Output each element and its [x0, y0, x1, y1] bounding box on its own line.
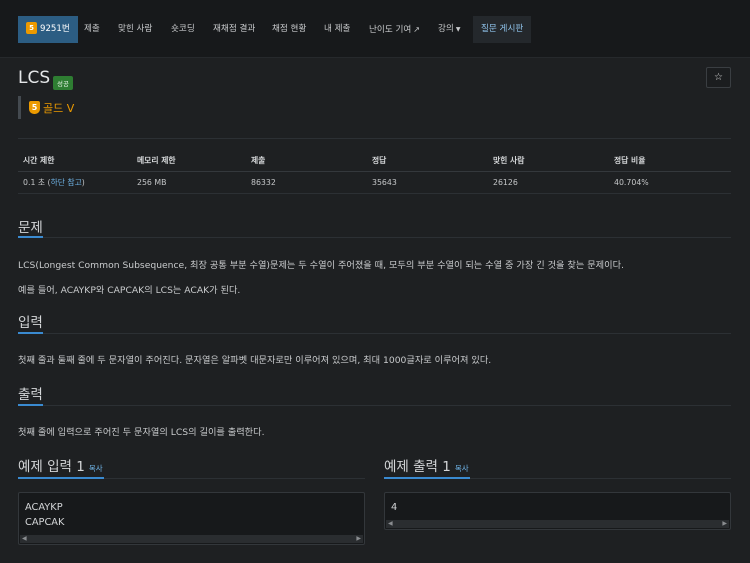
gold-tier-icon: 5 — [29, 101, 40, 114]
scroll-right-icon[interactable]: ▶ — [356, 535, 361, 543]
copy-output-button[interactable]: 복사 — [455, 464, 469, 473]
section-divider — [18, 237, 731, 238]
example-input-text: ACAYKP CAPCAK — [25, 502, 65, 528]
caret-down-icon: ▼ — [455, 26, 461, 33]
divider — [18, 138, 731, 139]
example-output-heading: 예제 출력 1 복사 — [384, 455, 469, 475]
header-solvers: 맞힌 사람 — [493, 156, 525, 165]
table-row: 0.1 초 (하단 참고) 256 MB 86332 35643 26126 4… — [18, 172, 731, 194]
scroll-left-icon[interactable]: ◀ — [22, 535, 27, 543]
nav-lectures-dropdown[interactable]: 강의 ▼ — [430, 16, 468, 43]
example-output-box[interactable]: 4 ◀ ▶ — [384, 492, 731, 530]
example-output-title: 예제 출력 1 — [384, 459, 451, 475]
header-submissions: 제출 — [251, 156, 266, 165]
copy-input-button[interactable]: 복사 — [89, 464, 103, 473]
nav-problem-number[interactable]: 5 9251번 — [18, 16, 78, 43]
nav-solvers[interactable]: 맞힌 사람 — [110, 16, 160, 43]
star-icon: ☆ — [714, 72, 723, 83]
section-accent — [18, 477, 104, 479]
output-description: 첫째 줄에 입력으로 주어진 두 문자열의 LCS의 길이를 출력한다. — [18, 427, 265, 438]
horizontal-scrollbar[interactable]: ◀ ▶ — [20, 535, 363, 543]
nav-short-coding[interactable]: 숏코딩 — [163, 16, 203, 43]
header-accepted: 정답 — [372, 156, 387, 165]
header-time-limit: 시간 제한 — [23, 156, 55, 165]
nav-judge-status[interactable]: 채점 현황 — [264, 16, 314, 43]
section-accent — [18, 236, 43, 238]
nav-problem-number-label: 9251번 — [40, 24, 70, 34]
nav-my-submissions[interactable]: 내 제출 — [316, 16, 358, 43]
example-input-heading: 예제 입력 1 복사 — [18, 455, 103, 475]
header-ratio: 정답 비율 — [614, 156, 646, 165]
section-divider — [18, 405, 731, 406]
nav-difficulty-label: 난이도 기여 — [369, 25, 412, 35]
nav-question-board[interactable]: 질문 게시판 — [473, 16, 532, 43]
problem-title: LCS — [18, 68, 51, 88]
example-input-title: 예제 입력 1 — [18, 459, 85, 475]
star-button[interactable]: ☆ — [706, 67, 731, 88]
tier-display: 5 골드 V — [18, 96, 74, 119]
nav-submit[interactable]: 제출 — [76, 16, 108, 43]
section-problem-title: 문제 — [18, 220, 43, 236]
horizontal-scrollbar[interactable]: ◀ ▶ — [386, 520, 729, 528]
section-accent — [384, 477, 470, 479]
status-badge: 성공 — [53, 76, 73, 90]
section-divider — [18, 333, 731, 334]
nav-rejudge-results[interactable]: 재채점 결과 — [205, 16, 263, 43]
cell-submissions: 86332 — [251, 178, 276, 187]
section-input-title: 입력 — [18, 315, 43, 331]
problem-info-table: 시간 제한 메모리 제한 제출 정답 맞힌 사람 정답 비율 0.1 초 (하단… — [18, 150, 731, 194]
problem-description-1: LCS(Longest Common Subsequence, 최장 공통 부분… — [18, 260, 624, 271]
section-accent — [18, 404, 43, 406]
example-output-text: 4 — [391, 502, 398, 513]
time-limit-value: 0.1 초 ( — [23, 178, 51, 187]
table-header-row: 시간 제한 메모리 제한 제출 정답 맞힌 사람 정답 비율 — [18, 150, 731, 172]
scroll-right-icon[interactable]: ▶ — [722, 520, 727, 528]
input-description: 첫째 줄과 둘째 줄에 두 문자열이 주어진다. 문자열은 알파벳 대문자로만 … — [18, 355, 492, 366]
nav-lectures-label: 강의 — [438, 24, 454, 34]
section-accent — [18, 332, 43, 334]
nav-difficulty-contribution[interactable]: 난이도 기여 ↗ — [361, 16, 428, 43]
example-input-box[interactable]: ACAYKP CAPCAK ◀ ▶ — [18, 492, 365, 545]
cell-time-limit: 0.1 초 (하단 참고) — [23, 172, 85, 194]
scroll-left-icon[interactable]: ◀ — [388, 520, 393, 528]
time-limit-note-link[interactable]: 하단 참고 — [51, 178, 82, 187]
cell-solvers: 26126 — [493, 178, 518, 187]
section-output-title: 출력 — [18, 387, 43, 403]
cell-memory-limit: 256 MB — [137, 178, 167, 187]
external-link-icon: ↗ — [413, 25, 420, 34]
tier-label: 골드 V — [43, 101, 75, 115]
problem-description-2: 예를 들어, ACAYKP와 CAPCAK의 LCS는 ACAK가 된다. — [18, 285, 241, 296]
time-limit-close: ) — [81, 178, 85, 187]
tier-badge-icon: 5 — [26, 21, 37, 34]
cell-accepted: 35643 — [372, 178, 397, 187]
cell-ratio: 40.704% — [614, 178, 649, 187]
top-navbar: 5 9251번 제출 맞힌 사람 숏코딩 재채점 결과 채점 현황 내 제출 난이… — [0, 0, 750, 58]
header-memory-limit: 메모리 제한 — [137, 156, 176, 165]
